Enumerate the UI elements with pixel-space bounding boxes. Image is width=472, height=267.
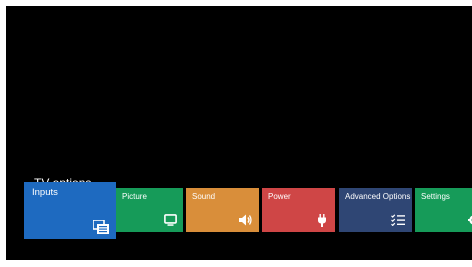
tile-sound[interactable]: Sound [186, 188, 259, 232]
power-plug-icon [318, 214, 326, 227]
gear-icon [468, 215, 472, 225]
tile-power-label: Power [268, 192, 291, 201]
tile-advanced-options[interactable]: Advanced Options [339, 188, 412, 232]
tile-inputs[interactable]: Inputs [24, 182, 116, 239]
tv-options-row: Inputs Picture Sound Power Advanced Opti… [6, 6, 472, 260]
tile-settings[interactable]: Settings [415, 188, 472, 232]
speaker-icon [239, 214, 252, 226]
checklist-icon [391, 214, 405, 226]
inputs-icon [93, 220, 109, 234]
monitor-icon [164, 214, 177, 226]
tv-screen: TV options Inputs Picture Sound [6, 6, 472, 260]
tile-sound-label: Sound [192, 192, 216, 201]
tile-inputs-label: Inputs [32, 187, 58, 198]
tile-picture-label: Picture [122, 192, 147, 201]
tile-settings-label: Settings [421, 192, 450, 201]
tile-advanced-options-label: Advanced Options [345, 192, 411, 201]
tile-picture[interactable]: Picture [116, 188, 183, 232]
tile-power[interactable]: Power [262, 188, 335, 232]
